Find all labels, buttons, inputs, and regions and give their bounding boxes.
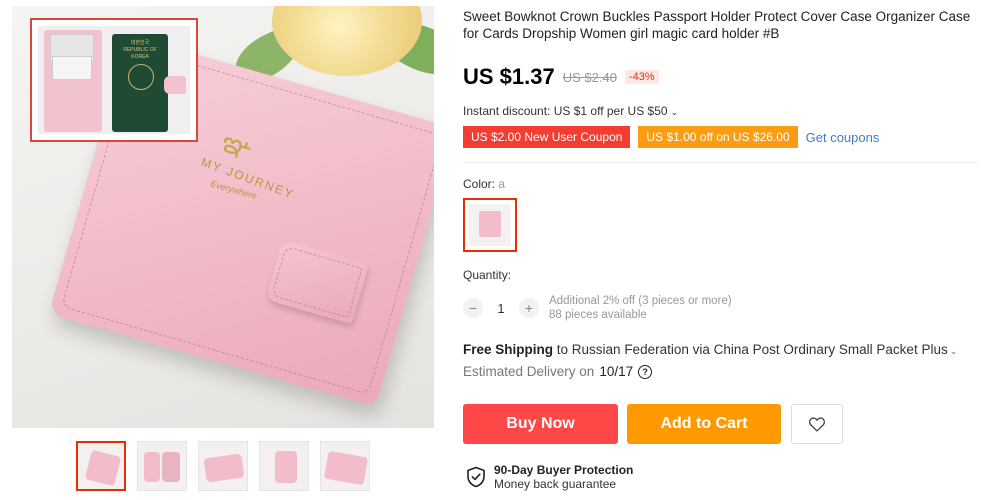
heart-icon bbox=[808, 417, 826, 432]
seal-icon bbox=[128, 64, 154, 90]
flower-decoration bbox=[272, 6, 422, 76]
color-value: a bbox=[498, 177, 506, 191]
buyer-protection: 90-Day Buyer Protection Money back guara… bbox=[466, 463, 633, 491]
thumbnail-4[interactable] bbox=[259, 441, 309, 491]
stock-available-text: 88 pieces available bbox=[549, 309, 647, 321]
shield-check-icon bbox=[467, 466, 485, 488]
quantity-value[interactable]: 1 bbox=[493, 301, 509, 316]
instant-discount-text: Instant discount: US $1 off per US $50 bbox=[463, 104, 668, 118]
chevron-down-icon: ⌄ bbox=[949, 346, 958, 356]
product-title: Sweet Bowknot Crown Buckles Passport Hol… bbox=[463, 9, 971, 41]
shipping-method-text: to Russian Federation via China Post Ord… bbox=[556, 342, 948, 357]
discount-badge: -43% bbox=[624, 70, 659, 84]
free-shipping-label: Free Shipping bbox=[463, 342, 554, 357]
thumbnail-3[interactable] bbox=[198, 441, 248, 491]
section-divider bbox=[463, 162, 978, 163]
thumbnail-1[interactable] bbox=[76, 441, 126, 491]
thumbnail-strip bbox=[76, 441, 370, 491]
price-row: US $1.37 US $2.40 -43% bbox=[463, 64, 659, 90]
wishlist-button[interactable] bbox=[791, 404, 843, 444]
main-product-image[interactable]: ఞ MY JOURNEY Everywhere 대한민국 REPUBLIC OF … bbox=[12, 6, 434, 428]
delivery-date: 10/17 bbox=[599, 364, 634, 379]
new-user-coupon[interactable]: US $2.00 New User Coupon bbox=[459, 126, 634, 148]
protection-title: 90-Day Buyer Protection bbox=[494, 463, 634, 477]
store-coupon[interactable]: US $1.00 off on US $26.00 bbox=[635, 126, 801, 148]
delivery-label: Estimated Delivery on bbox=[463, 364, 595, 379]
protection-subtitle: Money back guarantee bbox=[494, 477, 617, 491]
color-label-text: Color: bbox=[463, 177, 496, 191]
get-coupons-link[interactable]: Get coupons bbox=[806, 130, 880, 145]
quantity-info: Additional 2% off (3 pieces or more) 88 … bbox=[549, 294, 732, 322]
thumbnail-2[interactable] bbox=[137, 441, 187, 491]
inset-product-photo: 대한민국 REPUBLIC OF KOREA bbox=[30, 18, 198, 142]
instant-discount[interactable]: Instant discount: US $1 off per US $50 ⌄ bbox=[463, 104, 678, 118]
coupon-row: US $2.00 New User Coupon US $1.00 off on… bbox=[459, 126, 880, 148]
current-price: US $1.37 bbox=[463, 64, 555, 89]
original-price: US $2.40 bbox=[562, 69, 617, 85]
color-swatch-a[interactable] bbox=[463, 198, 517, 252]
quantity-decrease-button[interactable]: − bbox=[463, 298, 483, 318]
color-label: Color: a bbox=[463, 177, 505, 191]
add-to-cart-button[interactable]: Add to Cart bbox=[627, 404, 781, 444]
quantity-increase-button[interactable]: + bbox=[519, 298, 539, 318]
bulk-discount-text: Additional 2% off (3 pieces or more) bbox=[549, 295, 732, 307]
quantity-label: Quantity: bbox=[463, 268, 512, 282]
buy-now-button[interactable]: Buy Now bbox=[463, 404, 618, 444]
quantity-stepper: − 1 + Additional 2% off (3 pieces or mor… bbox=[463, 294, 732, 322]
shipping-info[interactable]: Free Shipping to Russian Federation via … bbox=[463, 342, 957, 357]
chevron-down-icon: ⌄ bbox=[670, 107, 679, 117]
thumbnail-5[interactable] bbox=[320, 441, 370, 491]
help-icon[interactable]: ? bbox=[638, 364, 653, 379]
estimated-delivery: Estimated Delivery on 10/17 ? bbox=[463, 364, 653, 379]
